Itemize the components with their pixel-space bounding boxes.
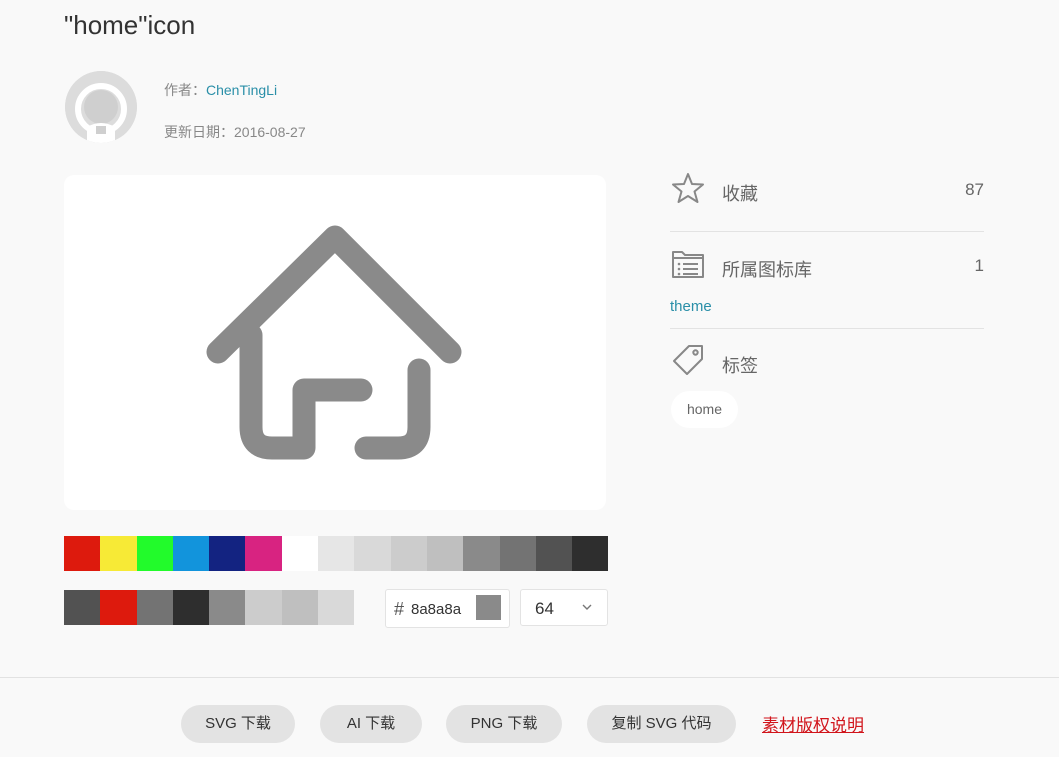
library-label: 所属图标库 xyxy=(722,260,812,280)
color-swatch[interactable] xyxy=(245,536,282,571)
color-swatch[interactable] xyxy=(100,536,137,571)
avatar[interactable] xyxy=(65,71,137,143)
page-title: "home"icon xyxy=(64,10,196,40)
color-swatch[interactable] xyxy=(209,536,246,571)
color-swatch[interactable] xyxy=(136,590,173,625)
ai-download-button[interactable]: AI 下载 xyxy=(320,705,422,743)
color-swatch[interactable] xyxy=(318,536,355,571)
update-date-info: 更新日期：2016-08-27 xyxy=(164,122,306,142)
hex-value[interactable]: 8a8a8a xyxy=(411,601,461,618)
update-date-label: 更新日期： xyxy=(164,124,234,140)
astronaut-avatar-icon xyxy=(65,71,137,143)
color-swatch[interactable] xyxy=(281,590,319,625)
svg-download-button[interactable]: SVG 下载 xyxy=(181,705,295,743)
current-color-swatch[interactable] xyxy=(476,595,501,620)
hash-symbol: # xyxy=(394,599,405,619)
library-row: 所属图标库 1 xyxy=(670,246,984,286)
size-select[interactable]: 64 xyxy=(520,589,608,626)
color-palette-row-2 xyxy=(64,590,355,625)
author-info: 作者：ChenTingLi xyxy=(164,80,277,100)
color-swatch[interactable] xyxy=(172,536,210,571)
folder-list-icon xyxy=(672,251,704,278)
page: "home"icon 作者：ChenTingLi 更新日期：2016-08-27… xyxy=(0,0,1059,757)
copyright-link[interactable]: 素材版权说明 xyxy=(762,711,864,736)
library-link-theme[interactable]: theme xyxy=(670,298,712,315)
chevron-down-icon xyxy=(582,604,592,610)
favorite-row[interactable]: 收藏 87 xyxy=(670,170,984,210)
home-icon xyxy=(206,225,462,460)
color-swatch[interactable] xyxy=(281,536,319,571)
tags-label: 标签 xyxy=(722,356,758,376)
tag-icon xyxy=(673,345,703,375)
color-swatch[interactable] xyxy=(463,536,500,571)
color-swatch[interactable] xyxy=(64,590,101,625)
color-swatch[interactable] xyxy=(318,590,355,625)
favorite-label: 收藏 xyxy=(722,184,758,204)
color-swatch[interactable] xyxy=(64,536,101,571)
divider xyxy=(670,231,984,232)
color-swatch[interactable] xyxy=(354,536,391,571)
star-icon xyxy=(672,173,704,203)
color-swatch[interactable] xyxy=(390,536,427,571)
author-link[interactable]: ChenTingLi xyxy=(206,82,277,98)
color-swatch[interactable] xyxy=(499,536,536,571)
color-swatch[interactable] xyxy=(245,590,282,625)
color-swatch[interactable] xyxy=(426,536,464,571)
download-bar: SVG 下载 AI 下载 PNG 下载 复制 SVG 代码 素材版权说明 xyxy=(0,677,1059,757)
size-value: 64 xyxy=(535,599,554,618)
png-download-button[interactable]: PNG 下载 xyxy=(446,705,562,743)
color-swatch[interactable] xyxy=(535,536,573,571)
color-swatch[interactable] xyxy=(172,590,210,625)
color-swatch[interactable] xyxy=(572,536,609,571)
color-swatch[interactable] xyxy=(100,590,137,625)
color-palette-row-1 xyxy=(64,536,609,571)
library-count: 1 xyxy=(974,256,984,275)
icon-preview xyxy=(64,175,606,510)
tag-home[interactable]: home xyxy=(671,391,738,428)
color-hex-input[interactable]: # 8a8a8a xyxy=(385,589,510,628)
divider xyxy=(670,328,984,329)
favorite-count: 87 xyxy=(965,180,984,199)
copy-svg-code-button[interactable]: 复制 SVG 代码 xyxy=(587,705,736,743)
tags-row: 标签 xyxy=(670,342,984,382)
author-label: 作者： xyxy=(164,82,206,98)
color-swatch[interactable] xyxy=(136,536,173,571)
color-swatch[interactable] xyxy=(209,590,246,625)
update-date: 2016-08-27 xyxy=(234,124,306,140)
